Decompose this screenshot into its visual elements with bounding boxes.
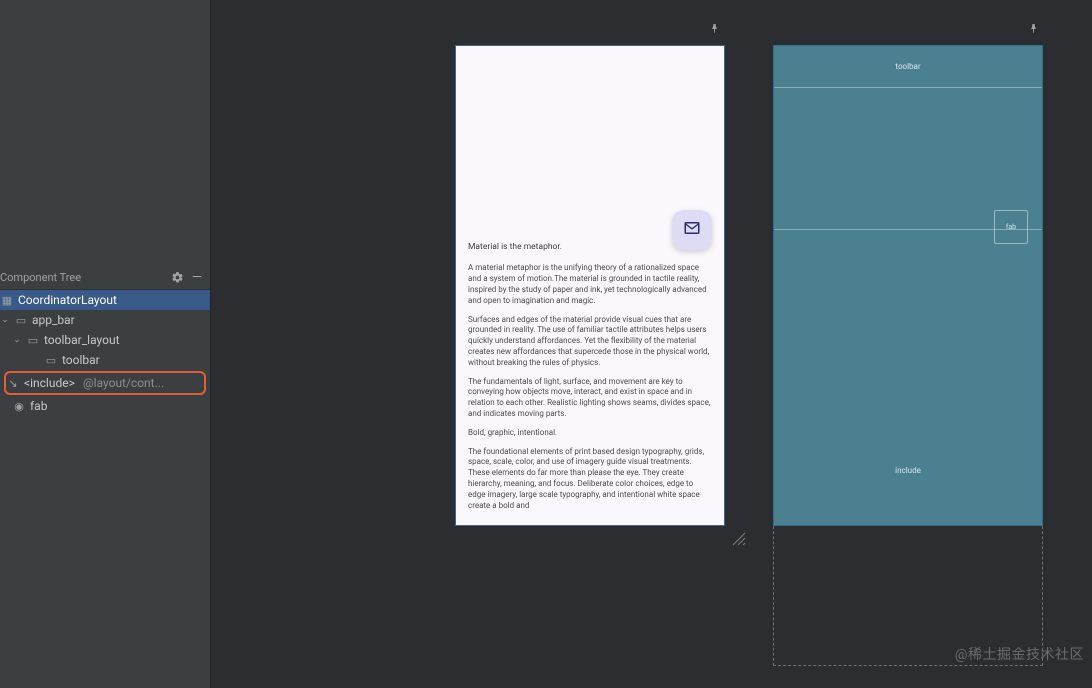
tree-node-label: toolbar_layout xyxy=(44,333,120,347)
left-panel: Component Tree — ▦ CoordinatorLayout ⌄ ▭… xyxy=(0,0,211,688)
tree-node-toolbar[interactable]: ▭ toolbar xyxy=(0,350,210,370)
tree-node-label: CoordinatorLayout xyxy=(18,293,117,307)
tree-node-label: toolbar xyxy=(62,353,100,367)
tree-node-meta: @layout/cont... xyxy=(83,376,164,390)
component-tree: ▦ CoordinatorLayout ⌄ ▭ app_bar ⌄ ▭ tool… xyxy=(0,290,210,416)
watermark-text: @稀土掘金技术社区 xyxy=(955,644,1084,664)
design-preview[interactable]: Material is the metaphor. A material met… xyxy=(455,45,725,526)
include-icon: ↘ xyxy=(6,376,20,390)
tree-node-app-bar[interactable]: ⌄ ▭ app_bar xyxy=(0,310,210,330)
blueprint-include[interactable]: include xyxy=(774,466,1042,475)
preview-paragraph: The fundamentals of light, surface, and … xyxy=(468,377,712,420)
tree-node-label: <include> xyxy=(24,376,75,390)
resize-handle-icon[interactable] xyxy=(731,531,747,547)
gear-icon[interactable] xyxy=(170,271,184,285)
preview-paragraph: Surfaces and edges of the material provi… xyxy=(468,315,712,369)
design-canvas[interactable]: Material is the metaphor. A material met… xyxy=(211,0,1092,688)
layout-icon: ▭ xyxy=(44,353,58,367)
collapse-icon[interactable]: — xyxy=(190,271,204,285)
pin-icon[interactable] xyxy=(708,22,720,34)
layout-icon: ▭ xyxy=(26,333,40,347)
tree-node-label: fab xyxy=(30,399,47,413)
preview-paragraph: The foundational elements of print based… xyxy=(468,447,712,512)
tree-node-fab[interactable]: ◉ fab xyxy=(0,396,210,416)
pin-icon[interactable] xyxy=(1027,22,1039,34)
preview-heading: Material is the metaphor. xyxy=(468,242,712,253)
chevron-down-icon[interactable]: ⌄ xyxy=(0,315,10,325)
mail-icon xyxy=(683,219,701,241)
blueprint-toolbar-label: toolbar xyxy=(895,62,920,71)
layout-icon: ▦ xyxy=(0,293,14,307)
tree-node-include[interactable]: ↘ <include> @layout/cont... xyxy=(4,371,206,395)
preview-text-content: Material is the metaphor. A material met… xyxy=(468,242,712,519)
tree-node-toolbar-layout[interactable]: ⌄ ▭ toolbar_layout xyxy=(0,330,210,350)
preview-paragraph: Bold, graphic, intentional. xyxy=(468,428,712,439)
blueprint-fab[interactable]: fab xyxy=(994,210,1028,244)
empty-region xyxy=(0,0,210,266)
panel-title: Component Tree xyxy=(0,271,81,284)
tree-node-coordinator-layout[interactable]: ▦ CoordinatorLayout xyxy=(0,290,210,310)
layout-icon: ▭ xyxy=(14,313,28,327)
blueprint-include-label: include xyxy=(895,466,921,475)
chevron-down-icon[interactable]: ⌄ xyxy=(12,335,22,345)
blueprint-appbar[interactable]: toolbar xyxy=(774,46,1042,88)
blueprint-toolbar-layout[interactable] xyxy=(774,88,1042,230)
tree-node-label: app_bar xyxy=(32,313,75,327)
preview-paragraph: A material metaphor is the unifying theo… xyxy=(468,263,712,306)
blueprint-fab-label: fab xyxy=(1006,223,1016,231)
fab-icon: ◉ xyxy=(12,399,26,413)
component-tree-header: Component Tree — xyxy=(0,266,210,290)
blueprint-preview[interactable]: toolbar fab include xyxy=(773,45,1043,526)
